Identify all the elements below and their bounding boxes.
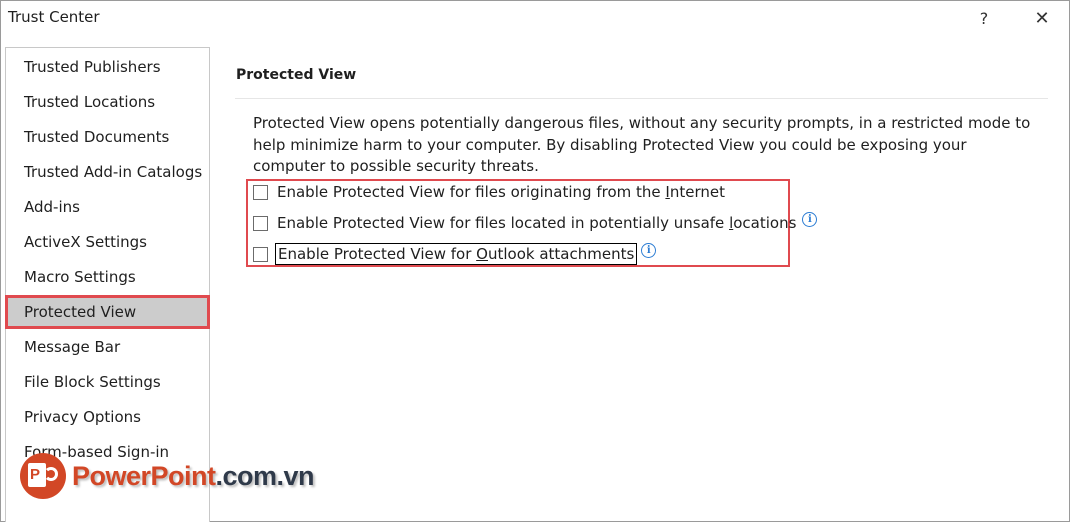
watermark-text: PowerPoint.com.vn [72, 460, 315, 491]
dialog-title: Trust Center [8, 8, 100, 26]
section-title: Protected View [236, 67, 357, 83]
sidebar-item-message-bar[interactable]: Message Bar [6, 331, 209, 363]
option-unsafe-locations-label[interactable]: Enable Protected View for files located … [277, 214, 796, 232]
sidebar-item-activex-settings[interactable]: ActiveX Settings [6, 226, 209, 258]
sidebar: Trusted Publishers Trusted Locations Tru… [5, 47, 210, 522]
info-icon[interactable]: i [641, 242, 657, 258]
checkbox-outlook-attachments[interactable] [253, 246, 268, 262]
close-button[interactable]: ✕ [1027, 5, 1057, 31]
checkbox-unsafe-locations[interactable] [253, 215, 268, 231]
title-bar: Trust Center ? ✕ [1, 1, 1069, 37]
section-divider [235, 98, 1048, 99]
sidebar-item-trusted-add-in-catalogs[interactable]: Trusted Add-in Catalogs [6, 156, 209, 188]
trust-center-dialog: Trust Center ? ✕ Trusted Publishers Trus… [0, 0, 1070, 522]
sidebar-item-trusted-publishers[interactable]: Trusted Publishers [6, 51, 209, 83]
sidebar-item-file-block-settings[interactable]: File Block Settings [6, 366, 209, 398]
checkbox-internet[interactable] [253, 184, 268, 200]
help-button[interactable]: ? [969, 5, 999, 31]
option-outlook-attachments-label[interactable]: Enable Protected View for Outlook attach… [274, 243, 638, 265]
sidebar-item-add-ins[interactable]: Add-ins [6, 191, 209, 223]
sidebar-item-privacy-options[interactable]: Privacy Options [6, 401, 209, 433]
sidebar-item-trusted-documents[interactable]: Trusted Documents [6, 121, 209, 153]
main-panel: Protected View Protected View opens pote… [235, 47, 1049, 507]
powerpoint-logo-icon: P [20, 453, 66, 499]
option-internet-label[interactable]: Enable Protected View for files originat… [277, 183, 725, 201]
option-unsafe-locations: Enable Protected View for files located … [253, 211, 818, 235]
watermark: P PowerPoint.com.vn [20, 452, 315, 500]
sidebar-item-macro-settings[interactable]: Macro Settings [6, 261, 209, 293]
info-icon[interactable]: i [802, 211, 818, 227]
sidebar-item-protected-view[interactable]: Protected View [5, 295, 210, 329]
sidebar-item-trusted-locations[interactable]: Trusted Locations [6, 86, 209, 118]
option-internet: Enable Protected View for files originat… [253, 180, 725, 204]
description-text: Protected View opens potentially dangero… [253, 114, 1031, 175]
option-outlook-attachments: Enable Protected View for Outlook attach… [253, 242, 657, 266]
